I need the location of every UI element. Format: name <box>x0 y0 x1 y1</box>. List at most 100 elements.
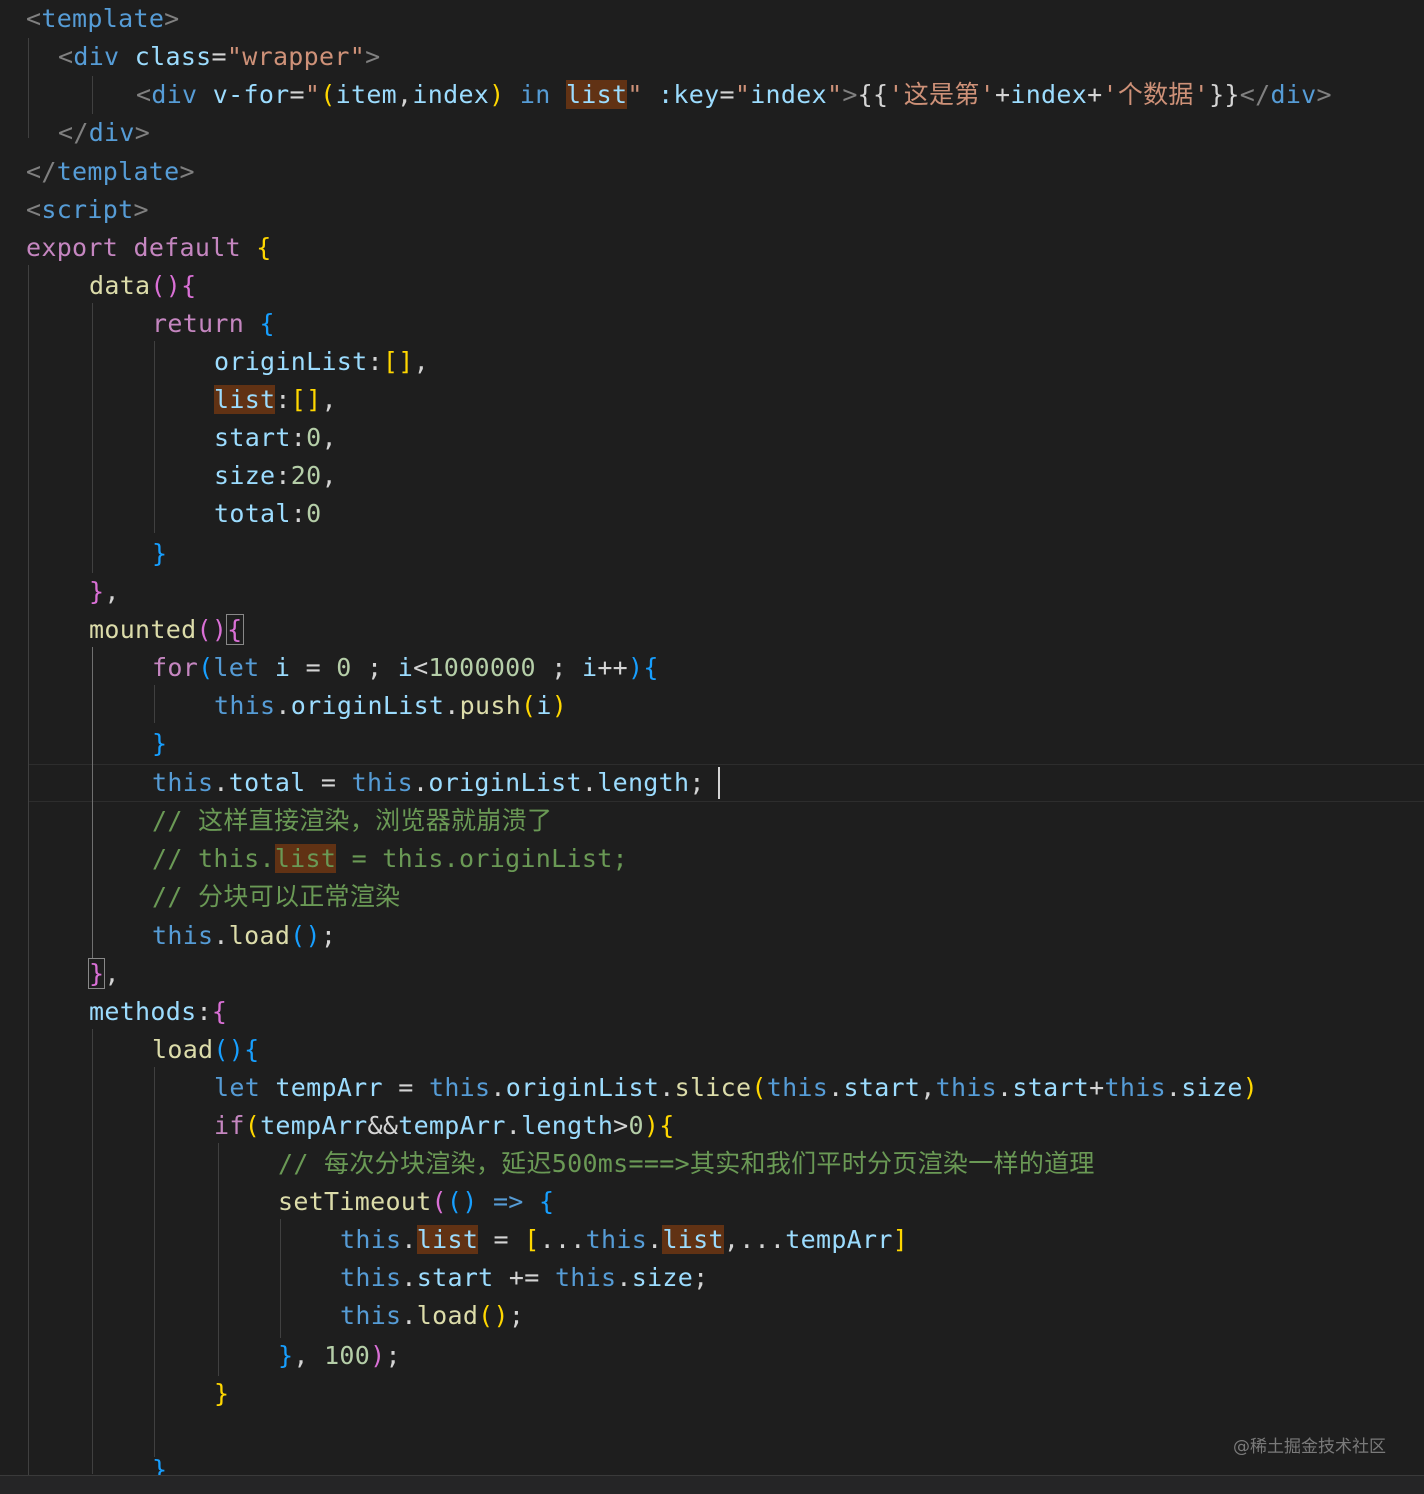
code-line[interactable]: this.load(); <box>0 917 1424 955</box>
code-token: = <box>211 42 227 71</box>
code-line[interactable]: methods:{ <box>0 993 1424 1031</box>
code-line[interactable]: <script> <box>0 191 1424 229</box>
code-token: 0 <box>336 653 352 682</box>
code-line[interactable]: total:0 <box>0 495 1424 533</box>
code-line-text: <template> <box>26 0 180 38</box>
code-token: size <box>631 1263 694 1292</box>
code-line-text: // 每次分块渲染，延迟500ms===>其实和我们平时分页渲染一样的道理 <box>278 1145 1095 1183</box>
code-token: list <box>662 1225 724 1254</box>
code-line[interactable]: start:0, <box>0 419 1424 457</box>
code-token: ) <box>1242 1073 1259 1102</box>
code-line[interactable]: return { <box>0 305 1424 343</box>
code-line[interactable]: if(tempArr&&tempArr.length>0){ <box>0 1107 1424 1145</box>
code-token: = <box>493 1225 509 1254</box>
code-line[interactable]: this.start += this.size; <box>0 1259 1424 1297</box>
code-token: tempArr <box>398 1111 506 1140</box>
code-line[interactable]: for(let i = 0 ; i<1000000 ; i++){ <box>0 649 1424 687</box>
code-line[interactable]: <template> <box>0 0 1424 38</box>
code-token: > <box>134 118 151 147</box>
code-token: { <box>244 1035 260 1064</box>
code-line-text: <div v-for="(item,index) in list" :key="… <box>136 76 1332 114</box>
code-line[interactable]: this.total = this.originList.length; <box>0 764 1424 802</box>
code-line-text: size:20, <box>214 457 337 495</box>
code-line[interactable]: this.load(); <box>0 1297 1424 1335</box>
code-line[interactable]: list:[], <box>0 381 1424 419</box>
code-line[interactable]: }, <box>0 573 1424 611</box>
code-line[interactable]: mounted(){ <box>0 611 1424 649</box>
code-line[interactable]: // this.list = this.originList; <box>0 840 1424 878</box>
code-token: [] <box>290 385 322 414</box>
code-token: tempArr <box>260 1111 368 1140</box>
code-line[interactable]: </template> <box>0 153 1424 191</box>
code-token: this <box>152 921 214 950</box>
code-line-text: total:0 <box>214 495 321 533</box>
code-line[interactable]: } <box>0 1375 1424 1413</box>
code-editor[interactable]: <template> <div class="wrapper"> <div v-fo… <box>0 0 1424 1494</box>
code-line[interactable]: <div class="wrapper"> <box>0 38 1424 76</box>
code-line[interactable]: this.originList.push(i) <box>0 687 1424 725</box>
code-line[interactable]: setTimeout(() => { <box>0 1183 1424 1221</box>
code-line[interactable]: data(){ <box>0 267 1424 305</box>
code-line[interactable]: let tempArr = this.originList.slice(this… <box>0 1069 1424 1107</box>
code-line[interactable]: } <box>0 535 1424 573</box>
code-token: this <box>340 1263 402 1292</box>
code-token: ) <box>489 80 505 109</box>
code-line[interactable]: }, <box>0 955 1424 993</box>
code-token: , <box>321 461 337 490</box>
code-token: = <box>289 80 305 109</box>
code-token: this <box>152 768 214 797</box>
code-line[interactable]: // 这样直接渲染，浏览器就崩溃了 <box>0 802 1424 840</box>
code-line[interactable]: size:20, <box>0 457 1424 495</box>
code-token: index <box>1010 80 1088 109</box>
code-line[interactable]: this.list = [...this.list,...tempArr] <box>0 1221 1424 1259</box>
code-line[interactable]: }, 100); <box>0 1337 1424 1375</box>
code-token: " <box>627 80 643 109</box>
code-line-text: this.list = [...this.list,...tempArr] <box>340 1221 908 1259</box>
code-token: { <box>256 233 272 262</box>
code-line-text: }, <box>89 573 120 611</box>
code-token: size <box>214 461 276 490</box>
code-token: . <box>505 1111 522 1140</box>
code-token: , <box>321 385 337 414</box>
code-line[interactable]: } <box>0 725 1424 763</box>
code-line-text: <script> <box>26 191 149 229</box>
code-token: div <box>1270 80 1317 109</box>
code-token: index <box>412 80 490 109</box>
code-line[interactable]: // 分块可以正常渲染 <box>0 878 1424 916</box>
code-line[interactable]: originList:[], <box>0 343 1424 381</box>
code-token: = <box>719 80 735 109</box>
code-token: , <box>321 423 337 452</box>
code-token: { <box>226 614 244 645</box>
code-token: start <box>843 1073 921 1102</box>
code-token: < <box>26 195 42 224</box>
code-token: list <box>416 1225 479 1254</box>
code-line-text: mounted(){ <box>89 611 244 649</box>
code-line[interactable]: <div v-for="(item,index) in list" :key="… <box>0 76 1424 114</box>
code-token: ++ <box>597 653 629 682</box>
code-token: > <box>613 1111 629 1140</box>
code-line[interactable]: export default { <box>0 229 1424 267</box>
code-token: > <box>164 4 180 33</box>
code-token: ) <box>370 1341 386 1370</box>
code-token: } <box>152 539 168 568</box>
code-token: . <box>490 1073 506 1102</box>
code-token: div <box>73 42 120 71</box>
code-line[interactable]: // 每次分块渲染，延迟500ms===>其实和我们平时分页渲染一样的道理 <box>0 1145 1424 1183</box>
code-token: > <box>842 80 858 109</box>
code-token: i <box>536 691 552 720</box>
code-token: if <box>214 1111 245 1140</box>
code-token: > <box>1316 80 1332 109</box>
code-line[interactable]: load(){ <box>0 1031 1424 1069</box>
code-line[interactable] <box>0 1413 1424 1451</box>
code-line[interactable]: </div> <box>0 114 1424 152</box>
code-line-text: // this.list = this.originList; <box>152 840 628 878</box>
code-token: 0 <box>628 1111 644 1140</box>
code-token: . <box>401 1263 417 1292</box>
code-token: list <box>565 80 628 109</box>
code-token: </ <box>26 157 57 186</box>
bottom-scroll-area[interactable] <box>0 1475 1424 1494</box>
code-token: index <box>750 80 827 109</box>
code-line-text: </div> <box>58 114 150 152</box>
code-token: return <box>152 309 245 338</box>
